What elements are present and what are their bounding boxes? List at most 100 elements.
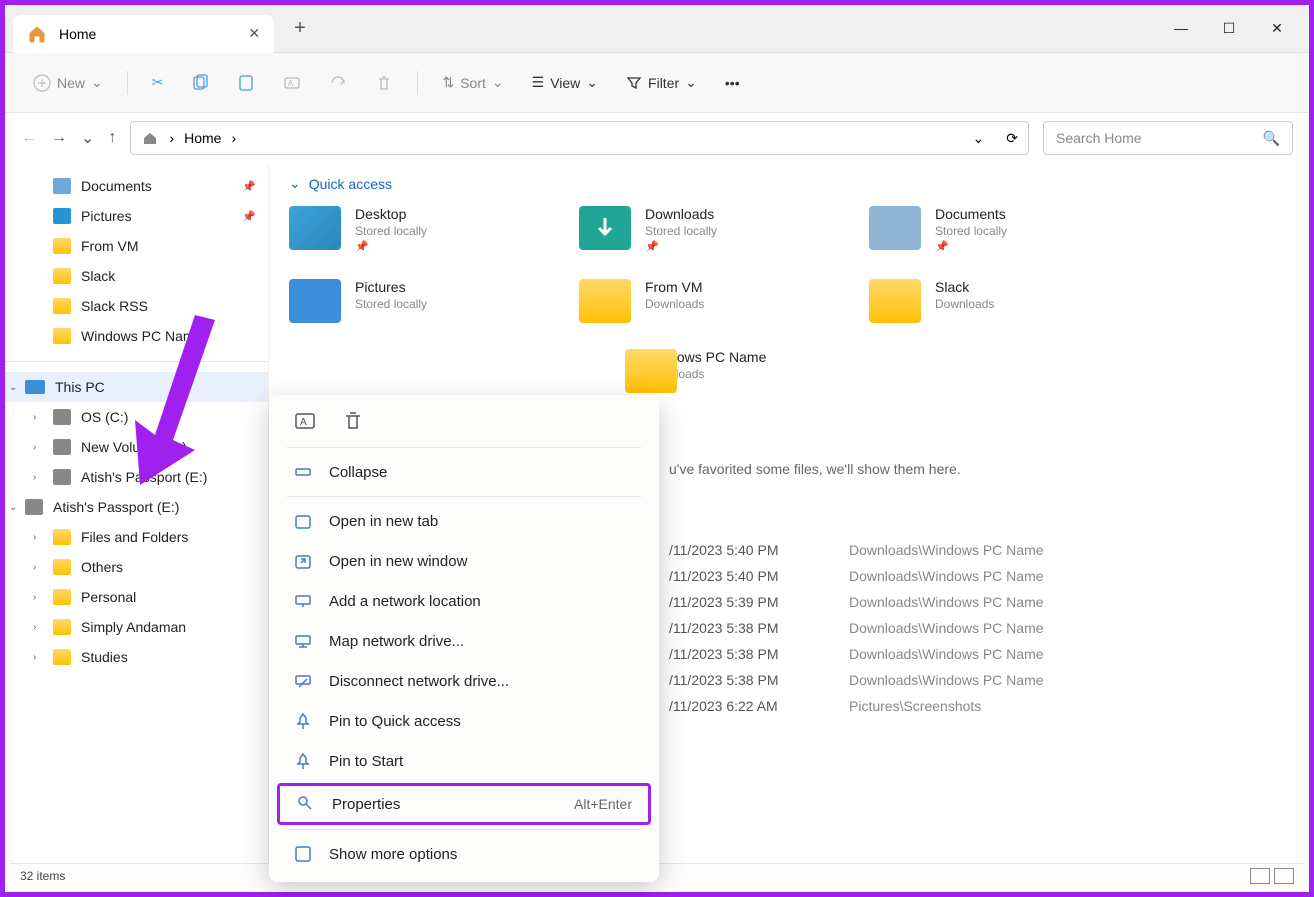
sort-button[interactable]: ⇅Sort⌄ xyxy=(432,68,513,97)
refresh-button[interactable]: ⟳ xyxy=(1006,130,1018,147)
breadcrumb-sep: › xyxy=(169,130,174,146)
sidebar-item-atishpass1[interactable]: ›Atish's Passport (E:) xyxy=(5,462,268,492)
up-button[interactable]: ↑ xyxy=(108,129,116,147)
search-icon: 🔍 xyxy=(1263,130,1280,147)
sidebar-item-documents[interactable]: Documents📌 xyxy=(5,171,268,201)
rename-button[interactable]: A xyxy=(273,68,311,98)
view-large-button[interactable] xyxy=(1274,868,1294,884)
ctx-open-tab[interactable]: Open in new tab xyxy=(273,501,655,541)
tab-title: Home xyxy=(59,26,96,42)
qa-item-slack[interactable]: SlackDownloads xyxy=(869,279,1119,323)
pin-start-icon xyxy=(293,751,313,771)
open-tab-icon xyxy=(293,511,313,531)
plus-circle-icon xyxy=(33,74,51,92)
chevron-down-icon[interactable]: ⌄ xyxy=(9,382,17,393)
sidebar-item-slack[interactable]: Slack xyxy=(5,261,268,291)
sidebar-item-others[interactable]: ›Others xyxy=(5,552,268,582)
qa-item-winpcname[interactable]: Windows PC NameDownloads xyxy=(579,349,829,381)
folder-icon xyxy=(579,279,631,323)
recent-row[interactable]: /11/2023 5:40 PMDownloads\Windows PC Nam… xyxy=(669,563,1289,589)
ctx-properties[interactable]: PropertiesAlt+Enter xyxy=(277,783,651,825)
paste-button[interactable] xyxy=(227,68,265,98)
share-button[interactable] xyxy=(319,68,357,98)
qa-item-downloads[interactable]: DownloadsStored locally📌 xyxy=(579,206,829,253)
more-button[interactable]: ••• xyxy=(715,69,750,97)
qa-item-fromvm[interactable]: From VMDownloads xyxy=(579,279,829,323)
back-button[interactable]: ← xyxy=(21,129,37,147)
sidebar-item-pictures[interactable]: Pictures📌 xyxy=(5,201,268,231)
disconnect-icon xyxy=(293,671,313,691)
chevron-right-icon[interactable]: › xyxy=(33,562,36,573)
home-icon xyxy=(141,129,159,147)
rename-icon[interactable]: A xyxy=(293,409,317,433)
chevron-down-icon[interactable]: ⌄ xyxy=(9,502,17,513)
recent-row[interactable]: /11/2023 5:38 PMDownloads\Windows PC Nam… xyxy=(669,667,1289,693)
qa-item-pictures[interactable]: PicturesStored locally xyxy=(289,279,539,323)
qa-item-desktop[interactable]: DesktopStored locally📌 xyxy=(289,206,539,253)
sidebar-item-winpcname[interactable]: Windows PC Name xyxy=(5,321,268,351)
ctx-add-network[interactable]: Add a network location xyxy=(273,581,655,621)
recent-row[interactable]: /11/2023 5:38 PMDownloads\Windows PC Nam… xyxy=(669,641,1289,667)
close-window-button[interactable]: ✕ xyxy=(1265,20,1289,37)
chevron-right-icon[interactable]: › xyxy=(33,592,36,603)
tab-home[interactable]: Home ✕ xyxy=(13,15,274,53)
forward-button[interactable]: → xyxy=(51,129,67,147)
ctx-pin-quickaccess[interactable]: Pin to Quick access xyxy=(273,701,655,741)
quickaccess-header[interactable]: ⌄Quick access xyxy=(289,175,1289,192)
sidebar-item-personal[interactable]: ›Personal xyxy=(5,582,268,612)
ctx-show-more[interactable]: Show more options xyxy=(273,834,655,874)
view-details-button[interactable] xyxy=(1250,868,1270,884)
chevron-right-icon[interactable]: › xyxy=(33,442,36,453)
ctx-open-window[interactable]: Open in new window xyxy=(273,541,655,581)
folder-icon xyxy=(625,349,677,393)
address-bar[interactable]: › Home › ⌄ ⟳ xyxy=(130,121,1029,155)
view-button[interactable]: ☰View⌄ xyxy=(522,68,608,97)
sidebar-item-atishpass2[interactable]: ⌄Atish's Passport (E:) xyxy=(5,492,268,522)
sidebar-item-studies[interactable]: ›Studies xyxy=(5,642,268,672)
cut-button[interactable]: ✂ xyxy=(142,68,174,97)
sidebar-item-newvol[interactable]: ›New Volume (D:) xyxy=(5,432,268,462)
new-tab-button[interactable]: + xyxy=(294,17,306,40)
address-dropdown-icon[interactable]: ⌄ xyxy=(973,130,985,147)
ctx-pin-start[interactable]: Pin to Start xyxy=(273,741,655,781)
recent-row[interactable]: /11/2023 5:40 PMDownloads\Windows PC Nam… xyxy=(669,537,1289,563)
chevron-right-icon[interactable]: › xyxy=(33,412,36,423)
qa-item-documents[interactable]: DocumentsStored locally📌 xyxy=(869,206,1119,253)
pin-icon: 📌 xyxy=(242,210,256,223)
pin-icon xyxy=(293,711,313,731)
search-input[interactable]: Search Home 🔍 xyxy=(1043,121,1293,155)
chevron-right-icon[interactable]: › xyxy=(33,472,36,483)
breadcrumb-home[interactable]: Home xyxy=(184,130,221,146)
recent-row[interactable]: /11/2023 6:22 AMPictures\Screenshots xyxy=(669,693,1289,719)
copy-button[interactable] xyxy=(181,68,219,98)
breadcrumb-sep: › xyxy=(231,130,236,146)
downloads-folder-icon xyxy=(579,206,631,250)
recent-row[interactable]: /11/2023 5:38 PMDownloads\Windows PC Nam… xyxy=(669,615,1289,641)
chevron-right-icon[interactable]: › xyxy=(33,622,36,633)
new-button[interactable]: New ⌄ xyxy=(23,68,113,98)
close-tab-icon[interactable]: ✕ xyxy=(248,25,260,42)
maximize-button[interactable]: ☐ xyxy=(1217,20,1241,37)
delete-button[interactable] xyxy=(365,68,403,98)
ctx-collapse[interactable]: Collapse xyxy=(273,452,655,492)
ctx-map-network[interactable]: Map network drive... xyxy=(273,621,655,661)
minimize-button[interactable]: — xyxy=(1169,20,1193,37)
collapse-icon xyxy=(293,462,313,482)
scissors-icon: ✂ xyxy=(152,74,164,91)
sidebar: Documents📌 Pictures📌 From VM Slack Slack… xyxy=(5,163,269,866)
trash-icon[interactable] xyxy=(341,409,365,433)
chevron-right-icon[interactable]: › xyxy=(33,532,36,543)
sidebar-item-simplyandaman[interactable]: ›Simply Andaman xyxy=(5,612,268,642)
filter-button[interactable]: Filter⌄ xyxy=(616,68,707,97)
recent-locations-button[interactable]: ⌄ xyxy=(81,128,94,148)
sidebar-item-slackrss[interactable]: Slack RSS xyxy=(5,291,268,321)
sidebar-item-thispc[interactable]: ⌄This PC xyxy=(5,372,268,402)
chevron-right-icon[interactable]: › xyxy=(33,652,36,663)
sidebar-item-filesfolders[interactable]: ›Files and Folders xyxy=(5,522,268,552)
sidebar-item-osc[interactable]: ›OS (C:) xyxy=(5,402,268,432)
chevron-down-icon: ⌄ xyxy=(91,74,103,91)
sidebar-item-fromvm[interactable]: From VM xyxy=(5,231,268,261)
favorites-message: u've favorited some files, we'll show th… xyxy=(669,461,1289,477)
ctx-disconnect-network[interactable]: Disconnect network drive... xyxy=(273,661,655,701)
recent-row[interactable]: /11/2023 5:39 PMDownloads\Windows PC Nam… xyxy=(669,589,1289,615)
